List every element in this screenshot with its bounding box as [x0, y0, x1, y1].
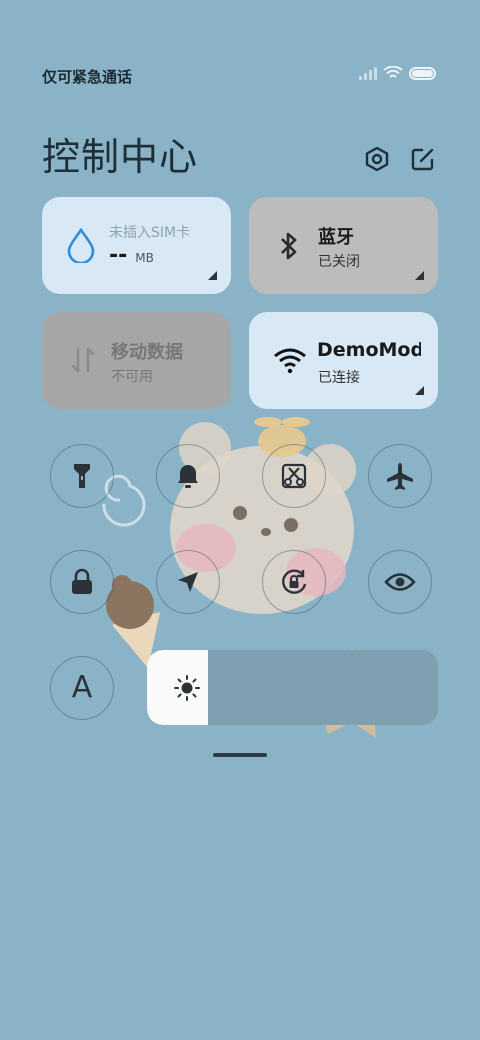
battery-icon	[409, 66, 436, 80]
mobile-data-tile[interactable]: 移动数据 不可用	[42, 312, 231, 409]
eye-icon	[384, 573, 416, 591]
sim-usage-tile[interactable]: 未插入SIM卡 -- MB	[42, 197, 231, 294]
expand-corner-icon	[208, 271, 217, 280]
signal-icon	[359, 66, 377, 80]
reading-mode-toggle[interactable]	[368, 550, 432, 614]
wifi-icon	[383, 66, 403, 78]
bell-icon	[178, 465, 198, 488]
edit-button[interactable]	[408, 144, 438, 174]
lock-screen-toggle[interactable]	[50, 550, 114, 614]
rotation-lock-icon	[282, 569, 307, 594]
data-usage-unit: MB	[135, 251, 154, 265]
wifi-tile[interactable]: DemoMod 已连接	[249, 312, 438, 409]
scissors-icon	[281, 463, 307, 489]
drag-handle[interactable]	[213, 753, 267, 757]
sun-icon	[174, 675, 200, 701]
mute-toggle[interactable]	[156, 444, 220, 508]
flashlight-icon	[74, 464, 90, 488]
lock-icon	[72, 568, 92, 594]
wifi-status: 已连接	[318, 370, 360, 386]
brightness-slider[interactable]	[147, 650, 438, 725]
expand-corner-icon	[415, 386, 424, 395]
settings-button[interactable]	[362, 144, 392, 174]
edit-icon	[411, 148, 434, 171]
expand-corner-icon	[415, 271, 424, 280]
mobile-data-status: 不可用	[111, 369, 153, 385]
carrier-status-text: 仅可紧急通话	[42, 68, 133, 86]
page-title: 控制中心	[42, 135, 199, 179]
screenshot-toggle[interactable]	[262, 444, 326, 508]
sim-status-label: 未插入SIM卡	[109, 225, 191, 241]
airplane-icon	[387, 463, 413, 490]
font-a-icon: A	[71, 670, 93, 705]
gear-icon	[365, 146, 389, 172]
bluetooth-label: 蓝牙	[318, 227, 354, 248]
wifi-icon	[274, 348, 306, 374]
location-toggle[interactable]	[156, 550, 220, 614]
mobile-data-label: 移动数据	[111, 342, 183, 363]
data-usage-value: --	[109, 243, 128, 268]
bluetooth-tile[interactable]: 蓝牙 已关闭	[249, 197, 438, 294]
water-drop-icon	[67, 227, 95, 263]
flashlight-toggle[interactable]	[50, 444, 114, 508]
bluetooth-icon	[281, 232, 297, 260]
wifi-network-name: DemoMod	[317, 339, 421, 361]
rotation-lock-toggle[interactable]	[262, 550, 326, 614]
font-size-toggle[interactable]: A	[50, 656, 114, 720]
airplane-mode-toggle[interactable]	[368, 444, 432, 508]
bluetooth-status: 已关闭	[318, 254, 360, 270]
data-arrows-icon	[71, 347, 95, 373]
location-arrow-icon	[178, 572, 198, 592]
